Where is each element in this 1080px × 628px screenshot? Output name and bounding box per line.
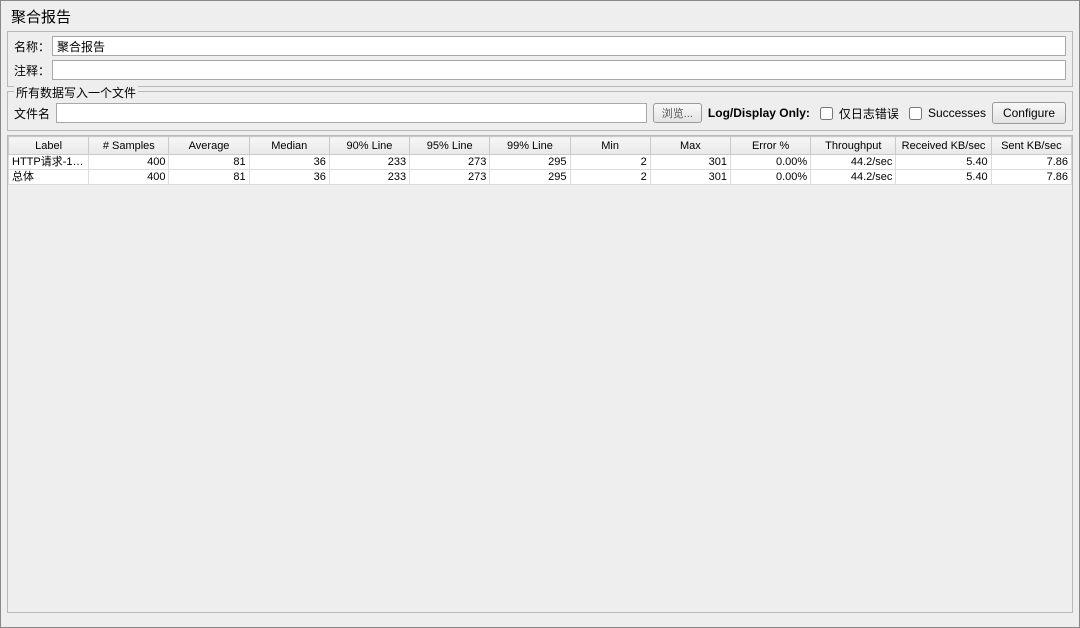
cell-min: 2 xyxy=(570,155,650,170)
results-table-container: Label # Samples Average Median 90% Line … xyxy=(7,135,1073,613)
col-throughput[interactable]: Throughput xyxy=(811,137,896,155)
aggregate-report-panel: 聚合报告 名称： 注释： 所有数据写入一个文件 文件名 浏览... Log/Di… xyxy=(0,0,1080,628)
col-p90[interactable]: 90% Line xyxy=(329,137,409,155)
col-label[interactable]: Label xyxy=(9,137,89,155)
results-table: Label # Samples Average Median 90% Line … xyxy=(8,136,1072,185)
cell-throughput: 44.2/sec xyxy=(811,170,896,185)
col-average[interactable]: Average xyxy=(169,137,249,155)
cell-p90: 233 xyxy=(329,155,409,170)
cell-sent: 7.86 xyxy=(991,155,1071,170)
log-display-only-label: Log/Display Only: xyxy=(708,106,810,120)
cell-samples: 400 xyxy=(89,155,169,170)
header-fields: 名称： 注释： xyxy=(7,31,1073,87)
cell-p99: 295 xyxy=(490,170,570,185)
table-header-row: Label # Samples Average Median 90% Line … xyxy=(9,137,1072,155)
cell-p90: 233 xyxy=(329,170,409,185)
errors-checkbox[interactable] xyxy=(820,107,833,120)
col-min[interactable]: Min xyxy=(570,137,650,155)
successes-checkbox-label: Successes xyxy=(928,106,986,120)
col-recv[interactable]: Received KB/sec xyxy=(896,137,991,155)
successes-checkbox[interactable] xyxy=(909,107,922,120)
cell-p99: 295 xyxy=(490,155,570,170)
col-sent[interactable]: Sent KB/sec xyxy=(991,137,1071,155)
cell-max: 301 xyxy=(650,155,730,170)
cell-label: 总体 xyxy=(9,170,89,185)
write-to-file-group: 所有数据写入一个文件 文件名 浏览... Log/Display Only: 仅… xyxy=(7,91,1073,131)
cell-error: 0.00% xyxy=(730,155,810,170)
col-p99[interactable]: 99% Line xyxy=(490,137,570,155)
successes-checkbox-wrapper[interactable]: Successes xyxy=(905,104,986,123)
browse-button[interactable]: 浏览... xyxy=(653,103,702,123)
cell-error: 0.00% xyxy=(730,170,810,185)
errors-checkbox-wrapper[interactable]: 仅日志错误 xyxy=(816,104,899,123)
panel-title: 聚合报告 xyxy=(7,5,1073,31)
cell-recv: 5.40 xyxy=(896,170,991,185)
cell-samples: 400 xyxy=(89,170,169,185)
cell-max: 301 xyxy=(650,170,730,185)
cell-median: 36 xyxy=(249,155,329,170)
cell-recv: 5.40 xyxy=(896,155,991,170)
comment-label: 注释： xyxy=(14,62,52,79)
cell-sent: 7.86 xyxy=(991,170,1071,185)
errors-checkbox-label: 仅日志错误 xyxy=(839,105,899,122)
cell-label: HTTP请求-100... xyxy=(9,155,89,170)
name-label: 名称： xyxy=(14,38,52,55)
cell-p95: 273 xyxy=(410,170,490,185)
configure-button[interactable]: Configure xyxy=(992,102,1066,124)
cell-average: 81 xyxy=(169,155,249,170)
table-row[interactable]: 总体 400 81 36 233 273 295 2 301 0.00% 44.… xyxy=(9,170,1072,185)
cell-min: 2 xyxy=(570,170,650,185)
col-samples[interactable]: # Samples xyxy=(89,137,169,155)
name-input[interactable] xyxy=(52,36,1066,56)
comment-input[interactable] xyxy=(52,60,1066,80)
cell-p95: 273 xyxy=(410,155,490,170)
col-max[interactable]: Max xyxy=(650,137,730,155)
filename-label: 文件名 xyxy=(14,105,50,122)
cell-throughput: 44.2/sec xyxy=(811,155,896,170)
filename-input[interactable] xyxy=(56,103,647,123)
col-error[interactable]: Error % xyxy=(730,137,810,155)
cell-median: 36 xyxy=(249,170,329,185)
table-row[interactable]: HTTP请求-100... 400 81 36 233 273 295 2 30… xyxy=(9,155,1072,170)
col-p95[interactable]: 95% Line xyxy=(410,137,490,155)
write-to-file-legend: 所有数据写入一个文件 xyxy=(14,84,138,101)
col-median[interactable]: Median xyxy=(249,137,329,155)
cell-average: 81 xyxy=(169,170,249,185)
